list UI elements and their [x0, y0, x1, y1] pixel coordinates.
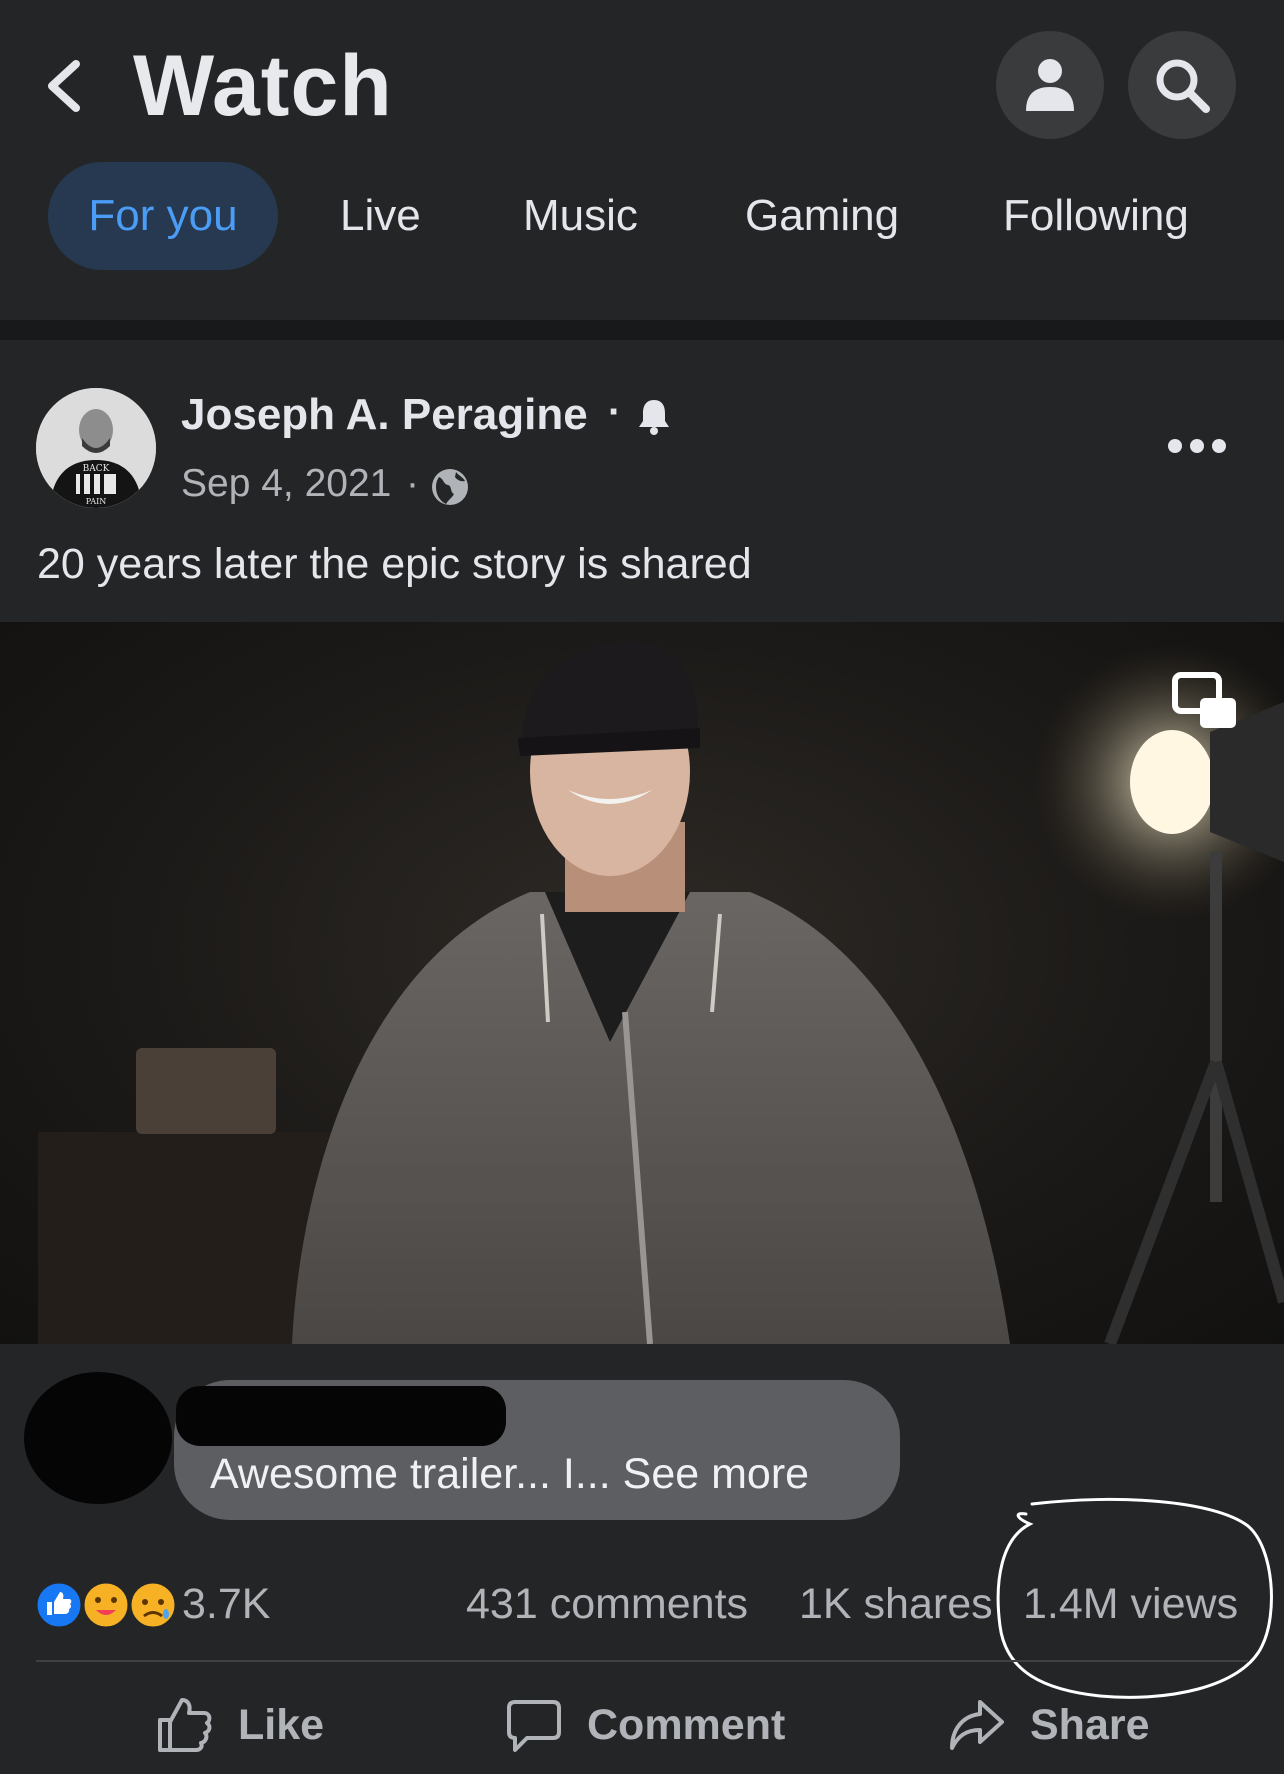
views-handdrawn-circle: [996, 1497, 1273, 1699]
picture-in-picture-icon: [1172, 672, 1236, 728]
speech-bubble-icon: [507, 1700, 561, 1752]
like-label: Like: [238, 1700, 325, 1749]
shares-count[interactable]: 1K shares: [799, 1580, 993, 1629]
page-title: Watch: [133, 38, 393, 134]
care-reaction-icon: [81, 1580, 131, 1630]
tab-following[interactable]: Following: [1003, 162, 1189, 270]
comment-button[interactable]: Comment: [505, 1690, 785, 1760]
comment-label: Comment: [587, 1700, 786, 1749]
tab-live[interactable]: Live: [340, 162, 421, 270]
globe-icon: [432, 469, 468, 505]
author-avatar[interactable]: BACK PAIN: [36, 388, 156, 508]
share-arrow-icon: [950, 1700, 1004, 1750]
commenter-avatar-redacted[interactable]: [24, 1372, 172, 1504]
sad-reaction-icon: [128, 1580, 178, 1630]
share-button[interactable]: Share: [948, 1690, 1150, 1760]
commenter-name-redacted: [176, 1386, 506, 1446]
reaction-count[interactable]: 3.7K: [182, 1580, 270, 1629]
chevron-left-icon: [48, 60, 80, 112]
tab-for-you[interactable]: For you: [48, 162, 278, 270]
reaction-icons[interactable]: [34, 1580, 184, 1630]
comment-text[interactable]: Awesome trailer... I... See more: [210, 1450, 809, 1499]
bell-icon[interactable]: [636, 396, 672, 436]
date-separator: ·: [406, 462, 419, 505]
like-button[interactable]: Like: [156, 1690, 324, 1760]
action-divider: [36, 1660, 1248, 1662]
like-reaction-icon: [34, 1580, 84, 1630]
tab-music[interactable]: Music: [523, 162, 638, 270]
more-options-button[interactable]: [1160, 420, 1240, 472]
avatar-shirt-text-bottom: PAIN: [86, 497, 107, 506]
avatar-shirt-text-top: BACK: [83, 464, 110, 474]
author-name[interactable]: Joseph A. Peragine: [181, 390, 588, 440]
share-label: Share: [1030, 1700, 1150, 1749]
profile-button[interactable]: [996, 31, 1104, 139]
comments-count[interactable]: 431 comments: [466, 1580, 748, 1629]
post-date[interactable]: Sep 4, 2021: [181, 462, 391, 506]
name-separator: ·: [608, 390, 622, 434]
picture-in-picture-button[interactable]: [1170, 670, 1240, 732]
person-icon: [1026, 59, 1074, 111]
thumbs-up-icon: [158, 1698, 212, 1752]
post-caption: 20 years later the epic story is shared: [37, 540, 752, 588]
video-player[interactable]: [0, 622, 1284, 1344]
tab-gaming[interactable]: Gaming: [745, 162, 899, 270]
more-icon: [1168, 439, 1226, 453]
search-button[interactable]: [1128, 31, 1236, 139]
section-divider: [0, 320, 1284, 340]
search-icon: [1156, 59, 1210, 113]
video-frame: [38, 641, 1284, 1344]
author-photo: BACK PAIN: [36, 388, 156, 508]
back-button[interactable]: [36, 50, 96, 122]
